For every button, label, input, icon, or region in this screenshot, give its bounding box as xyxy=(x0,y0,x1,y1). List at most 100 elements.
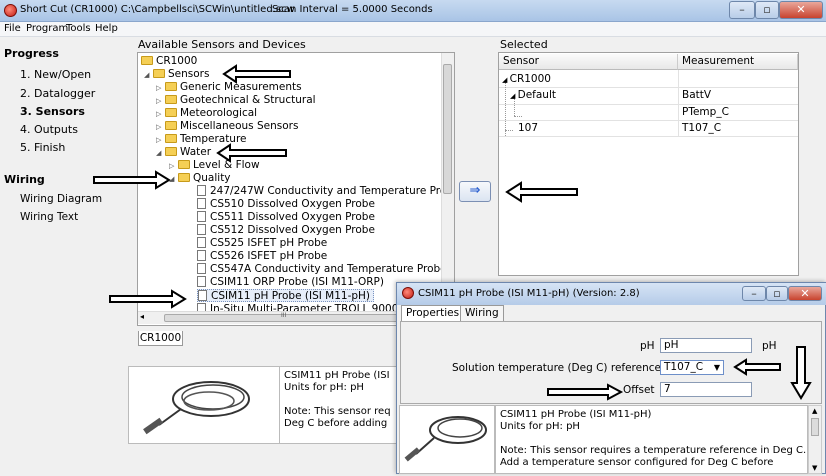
window-title: Short Cut (CR1000) C:\Campbellsci\SCWin\… xyxy=(20,4,295,15)
selected-table[interactable] xyxy=(498,52,799,276)
dropdown-arrow-icon[interactable]: ▼ xyxy=(714,361,720,374)
dialog-title: CSIM11 pH Probe (ISI M11-pH) (Version: 2… xyxy=(418,288,640,299)
dialog-close-button[interactable]: ✕ xyxy=(788,286,822,301)
folder-icon xyxy=(153,69,165,78)
tree-item-247[interactable]: 247/247W Conductivity and Temperature Pr… xyxy=(197,185,454,198)
tree-item-cs510[interactable]: CS510 Dissolved Oxygen Probe xyxy=(197,198,375,211)
document-icon xyxy=(198,290,207,301)
tree-hscroll-thumb[interactable] xyxy=(164,314,411,322)
sensor-image xyxy=(128,366,280,444)
menu-help[interactable]: Help xyxy=(95,23,118,34)
folder-icon xyxy=(165,134,177,143)
tree-item-cs512[interactable]: CS512 Dissolved Oxygen Probe xyxy=(197,224,375,237)
expanded-icon: ◢ xyxy=(510,92,518,100)
scroll-grip: III xyxy=(281,312,287,319)
scroll-left-icon[interactable]: ◂ xyxy=(140,312,144,321)
measurement-t107: T107_C xyxy=(682,122,722,134)
maximize-button[interactable]: ▫ xyxy=(755,1,779,19)
nav-new-open[interactable]: 1. New/Open xyxy=(20,68,91,81)
dialog-sensor-image xyxy=(399,405,495,474)
dialog-minimize-button[interactable]: – xyxy=(742,286,766,301)
close-button[interactable]: ✕ xyxy=(779,1,823,19)
title-bar: Short Cut (CR1000) C:\Campbellsci\SCWin\… xyxy=(0,0,826,22)
nav-outputs[interactable]: 4. Outputs xyxy=(20,123,78,136)
nav-sensors[interactable]: 3. Sensors xyxy=(20,105,85,118)
folder-icon xyxy=(165,108,177,117)
tree-item-cs526[interactable]: CS526 ISFET pH Probe xyxy=(197,250,327,263)
menu-tools[interactable]: Tools xyxy=(66,23,91,34)
progress-nav: Progress 1. New/Open 2. Datalogger 3. Se… xyxy=(0,37,128,474)
temp-reference-select[interactable]: T107_C ▼ xyxy=(660,360,724,375)
nav-finish[interactable]: 5. Finish xyxy=(20,141,65,154)
menu-file[interactable]: File xyxy=(4,23,21,34)
dialog-maximize-button[interactable]: ▫ xyxy=(766,286,788,301)
folder-icon xyxy=(165,121,177,130)
selected-row-107[interactable]: 107 xyxy=(518,122,538,134)
annotation-arrow-quality xyxy=(93,170,171,190)
selected-row-cr1000[interactable]: ◢ CR1000 xyxy=(502,73,551,85)
available-sensors-label: Available Sensors and Devices xyxy=(138,38,306,51)
ph-units: pH xyxy=(762,340,777,352)
annotation-arrow-sensors xyxy=(222,64,291,84)
measurement-ptemp: PTemp_C xyxy=(682,106,729,118)
column-measurement[interactable]: Measurement xyxy=(678,54,798,70)
add-sensor-button[interactable]: ⇒ xyxy=(459,181,491,202)
tab-properties[interactable]: Properties xyxy=(401,305,465,321)
tree-item-meteorological[interactable]: ▷ Meteorological xyxy=(156,107,257,120)
menu-program[interactable]: Program xyxy=(26,23,68,34)
tree-item-csim11-orp[interactable]: CSIM11 ORP Probe (ISI M11-ORP) xyxy=(197,276,384,289)
dialog-scroll-thumb[interactable] xyxy=(811,418,819,436)
minimize-button[interactable]: – xyxy=(729,1,755,19)
scroll-down-icon[interactable]: ▼ xyxy=(812,464,817,472)
folder-icon xyxy=(165,95,177,104)
column-sensor[interactable]: Sensor xyxy=(499,54,678,70)
folder-icon xyxy=(178,160,190,169)
probe-cable-icon xyxy=(143,381,250,435)
document-icon xyxy=(197,237,206,248)
tab-cr1000[interactable]: CR1000 xyxy=(138,331,183,346)
folder-icon xyxy=(165,82,177,91)
dialog-description-scrollbar[interactable]: ▲ ▼ xyxy=(808,405,822,474)
sensor-description: CSIM11 pH Probe (ISI Units for pH: pH No… xyxy=(279,366,399,444)
selected-label: Selected xyxy=(500,38,548,51)
folder-icon xyxy=(141,56,153,65)
nav-wiring-diagram[interactable]: Wiring Diagram xyxy=(20,193,102,205)
progress-heading: Progress xyxy=(4,47,59,60)
folder-icon xyxy=(165,147,177,156)
tree-item-cs511[interactable]: CS511 Dissolved Oxygen Probe xyxy=(197,211,375,224)
nav-datalogger[interactable]: 2. Datalogger xyxy=(20,87,95,100)
scan-interval: Scan Interval = 5.0000 Seconds xyxy=(272,4,433,15)
document-icon xyxy=(197,250,206,261)
tree-item-csim11-ph[interactable]: CSIM11 pH Probe (ISI M11-pH) xyxy=(197,289,375,302)
tree-item-cs547a[interactable]: CS547A Conductivity and Temperature Prob… xyxy=(197,263,447,276)
dialog-sensor-description: CSIM11 pH Probe (ISI M11-pH) Units for p… xyxy=(495,405,808,474)
document-icon xyxy=(197,224,206,235)
tree-scroll-thumb[interactable] xyxy=(443,64,452,194)
nav-wiring-text[interactable]: Wiring Text xyxy=(20,211,78,223)
probe-cable-icon xyxy=(404,416,487,462)
scroll-up-icon[interactable]: ▲ xyxy=(812,407,817,415)
ph-name-input[interactable]: pH xyxy=(660,338,752,353)
tree-item-sensors[interactable]: ◢ Sensors xyxy=(144,68,209,81)
expanded-icon: ◢ xyxy=(144,71,150,79)
expanded-icon: ◢ xyxy=(502,76,510,84)
app-icon xyxy=(4,4,17,17)
tab-wiring[interactable]: Wiring xyxy=(460,305,504,321)
selected-row-default[interactable]: ◢ Default xyxy=(510,89,556,101)
temp-reference-label: Solution temperature (Deg C) reference xyxy=(452,362,661,374)
document-icon xyxy=(197,198,206,209)
offset-label: Offset xyxy=(623,384,655,396)
ph-label: pH xyxy=(640,340,655,352)
dialog-app-icon xyxy=(402,287,414,299)
tree-item-water[interactable]: ◢ Water xyxy=(156,146,211,159)
folder-icon xyxy=(178,173,190,182)
tree-item-cr1000[interactable]: CR1000 xyxy=(141,55,197,68)
annotation-arrow-temp xyxy=(733,358,781,376)
document-icon xyxy=(197,263,206,274)
offset-input[interactable]: 7 xyxy=(660,382,752,397)
document-icon xyxy=(197,211,206,222)
tree-item-miscellaneous[interactable]: ▷ Miscellaneous Sensors xyxy=(156,120,298,133)
tree-item-geotechnical[interactable]: ▷ Geotechnical & Structural xyxy=(156,94,316,107)
tree-item-quality[interactable]: ◢ Quality xyxy=(169,172,231,185)
tree-item-cs525[interactable]: CS525 ISFET pH Probe xyxy=(197,237,327,250)
